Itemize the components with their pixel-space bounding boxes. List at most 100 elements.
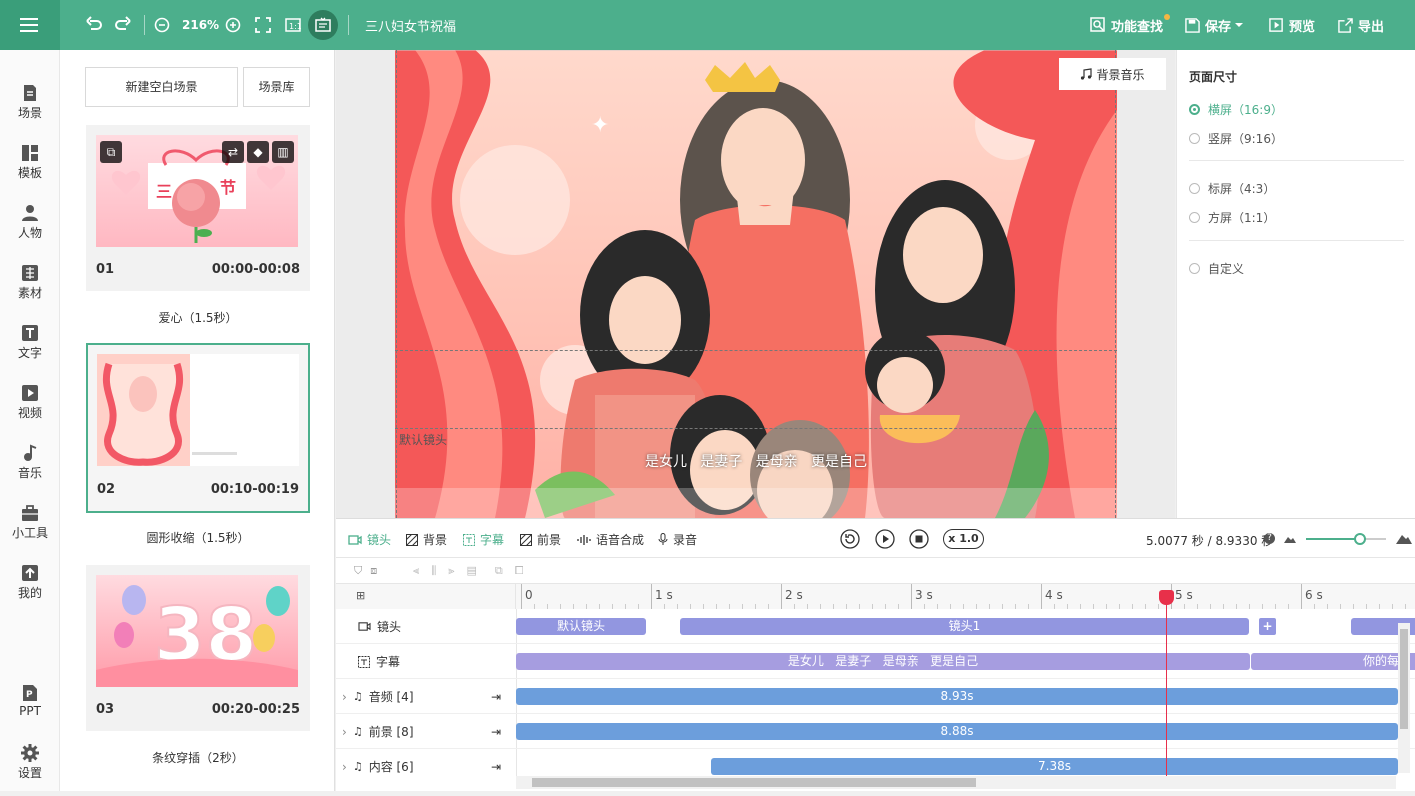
subtitle-clip-2[interactable]: 你的每	[1251, 653, 1415, 670]
track-foreground[interactable]: › ♫ 前景 [8] ⇥	[336, 714, 516, 749]
grid-icon[interactable]: ⊞	[356, 589, 365, 602]
playhead-handle[interactable]	[1159, 590, 1174, 605]
camera-frame-guide	[396, 50, 397, 518]
stop-button[interactable]	[909, 529, 929, 552]
zoom-in-button[interactable]	[225, 0, 241, 50]
option-custom[interactable]: 自定义	[1189, 260, 1244, 277]
scene-transition-label[interactable]: 圆形收缩（1.5秒）	[86, 529, 310, 546]
chevron-right-icon[interactable]: ›	[342, 760, 347, 774]
actual-size-button[interactable]: 1:1	[285, 0, 301, 50]
find-feature-button[interactable]: 功能查找	[1090, 0, 1170, 50]
zoom-in-mountain-icon[interactable]	[1396, 531, 1412, 544]
tab-subtitle[interactable]: 字幕	[463, 531, 504, 548]
rewind-button[interactable]	[840, 529, 860, 552]
filter-icon[interactable]: ⛉	[354, 564, 362, 578]
scene-transition-label[interactable]: 爱心（1.5秒）	[86, 309, 310, 326]
timeline-zoom-slider[interactable]	[1306, 533, 1386, 545]
align-left-icon[interactable]: ⫷	[413, 564, 419, 578]
foreground-clip[interactable]: 8.88s	[516, 723, 1398, 740]
nav-label: 视频	[17, 406, 42, 420]
new-blank-scene-button[interactable]: 新建空白场景	[85, 67, 238, 107]
nav-item-tools[interactable]: 小工具	[0, 500, 60, 556]
audio-clip[interactable]: 8.93s	[516, 688, 1398, 705]
time-ruler[interactable]: 0 1 s 2 s 3 s 4 s 5 s 6 s	[516, 584, 1415, 609]
help-icon[interactable]: ?	[1264, 533, 1275, 544]
collapse-track-icon[interactable]: ⇥	[491, 760, 501, 774]
tab-voice-synthesis[interactable]: 语音合成	[577, 531, 644, 548]
content-clip[interactable]: 7.38s	[711, 758, 1398, 775]
play-button[interactable]	[875, 529, 895, 552]
align-right-icon[interactable]: ⫸	[448, 564, 454, 578]
chevron-right-icon[interactable]: ›	[342, 725, 347, 739]
nav-item-video[interactable]: 视频	[0, 380, 60, 436]
scene-number: 01	[96, 262, 115, 277]
track-content[interactable]: › ♫ 内容 [6] ⇥	[336, 749, 516, 779]
nav-item-mine[interactable]: 我的	[0, 560, 60, 616]
chevron-right-icon[interactable]: ›	[342, 690, 347, 704]
zoom-in-icon	[225, 17, 241, 33]
add-camera-button[interactable]: +	[1259, 618, 1276, 635]
align-center-icon[interactable]: ⫼	[431, 564, 436, 578]
nav-item-music[interactable]: 音乐	[0, 440, 60, 496]
nav-item-scene[interactable]: 场景	[0, 80, 60, 136]
scene-transition-label[interactable]: 条纹穿插（2秒）	[86, 749, 310, 766]
tab-foreground[interactable]: 前景	[520, 531, 561, 548]
track-camera[interactable]: 镜头	[336, 609, 516, 644]
replace-icon[interactable]: ⇄	[222, 141, 244, 163]
eraser-icon[interactable]: ◆	[247, 141, 269, 163]
nav-item-text[interactable]: 文字	[0, 320, 60, 376]
preview-button[interactable]: 预览	[1269, 0, 1315, 50]
subtitle-mode-button[interactable]	[308, 0, 338, 50]
project-title[interactable]: 三八妇女节祝福	[365, 0, 456, 50]
option-portrait[interactable]: 竖屏（9:16）	[1189, 130, 1283, 147]
undo-button[interactable]	[84, 0, 104, 50]
ungroup-icon[interactable]: ⧠	[515, 564, 524, 578]
option-square[interactable]: 方屏（1:1）	[1189, 209, 1275, 226]
nav-item-person[interactable]: 人物	[0, 200, 60, 256]
slider-thumb[interactable]	[1354, 533, 1366, 545]
scrollbar-thumb[interactable]	[1400, 629, 1408, 729]
layer-icon[interactable]: ⧈	[370, 564, 377, 578]
scene-card-1[interactable]: 三 节 ⧉ ⇄ ◆ ▥ 01 00:00-00:08	[86, 125, 310, 291]
copy-icon[interactable]: ⧉	[100, 141, 122, 163]
vertical-scrollbar[interactable]	[1398, 623, 1410, 773]
scene-library-button[interactable]: 场景库	[243, 67, 310, 107]
scrollbar-thumb[interactable]	[532, 778, 976, 787]
save-button[interactable]: 保存	[1185, 0, 1244, 50]
track-subtitle[interactable]: 字幕	[336, 644, 516, 679]
tab-record[interactable]: 录音	[658, 531, 697, 548]
nav-item-template[interactable]: 模板	[0, 140, 60, 196]
nav-item-ppt[interactable]: P PPT	[0, 680, 60, 736]
scene-card-3[interactable]: 38 03 00:20-00:25	[86, 565, 310, 731]
camera-clip-default[interactable]: 默认镜头	[516, 618, 646, 635]
playhead[interactable]	[1159, 590, 1174, 778]
camera-clip-1[interactable]: 镜头1	[680, 618, 1249, 635]
subtitle-text[interactable]: 是女儿 是妻子 是母亲 更是自己	[395, 451, 1117, 471]
distribute-icon[interactable]: ▤	[467, 564, 477, 578]
template-icon	[22, 145, 38, 161]
zoom-out-button[interactable]	[154, 0, 170, 50]
scene-card-2[interactable]: 02 00:10-00:19	[86, 343, 310, 513]
scene-canvas[interactable]: ✦ 默认镜头 是女儿 是妻子 是母亲 更是自己	[395, 50, 1117, 518]
group-icon[interactable]: ⧉	[495, 564, 503, 578]
nav-item-material[interactable]: 素材	[0, 260, 60, 316]
menu-button[interactable]	[0, 0, 60, 50]
track-audio[interactable]: › ♫ 音频 [4] ⇥	[336, 679, 516, 714]
horizontal-scrollbar[interactable]	[516, 776, 1396, 789]
tab-background[interactable]: 背景	[406, 531, 447, 548]
fullscreen-button[interactable]	[255, 0, 271, 50]
zoom-out-mountain-icon[interactable]	[1284, 533, 1296, 543]
collapse-track-icon[interactable]: ⇥	[491, 725, 501, 739]
option-standard[interactable]: 标屏（4:3）	[1189, 180, 1275, 197]
export-button[interactable]: 导出	[1338, 0, 1384, 50]
option-landscape[interactable]: 横屏（16:9）	[1189, 101, 1283, 118]
collapse-track-icon[interactable]: ⇥	[491, 690, 501, 704]
delete-icon[interactable]: ▥	[272, 141, 294, 163]
tab-camera[interactable]: 镜头	[348, 531, 391, 548]
nav-item-settings[interactable]: 设置	[0, 740, 60, 796]
subtitle-clip-1[interactable]: 是女儿 是妻子 是母亲 更是自己	[516, 653, 1250, 670]
background-music-button[interactable]: 背景音乐	[1059, 58, 1166, 90]
redo-button[interactable]	[113, 0, 133, 50]
nav-label: 音乐	[17, 466, 42, 480]
speed-button[interactable]: x 1.0	[943, 529, 984, 549]
